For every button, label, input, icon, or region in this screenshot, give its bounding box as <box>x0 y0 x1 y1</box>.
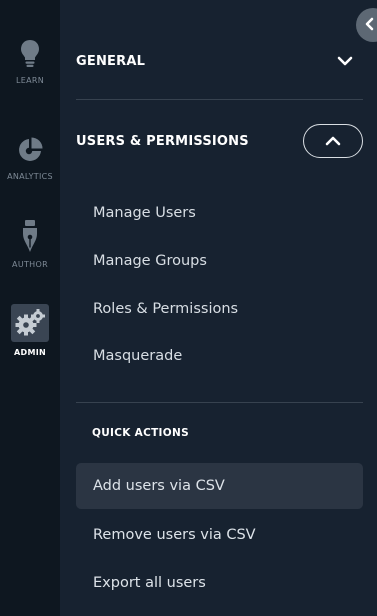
quick-actions-title: QUICK ACTIONS <box>92 427 189 439</box>
section-title-users-permissions: USERS & PERMISSIONS <box>76 133 249 149</box>
app-rail: LEARN ANALYTICS AUTHOR ADMIN <box>0 0 60 616</box>
quick-action-remove-users-csv[interactable]: Remove users via CSV <box>76 512 363 558</box>
section-users-permissions[interactable]: USERS & PERMISSIONS <box>76 123 363 159</box>
menu-item-manage-groups[interactable]: Manage Groups <box>93 253 207 269</box>
quick-action-export-all-users[interactable]: Export all users <box>76 560 363 606</box>
divider <box>76 402 363 403</box>
rail-label-learn: LEARN <box>15 76 45 85</box>
pen-nib-icon <box>16 220 44 254</box>
rail-label-analytics: ANALYTICS <box>7 172 53 181</box>
chevron-up-icon[interactable] <box>303 124 363 158</box>
section-general[interactable]: GENERAL <box>76 48 363 74</box>
quick-action-add-users-csv[interactable]: Add users via CSV <box>76 463 363 509</box>
gears-icon <box>11 304 49 342</box>
divider <box>76 99 363 100</box>
menu-item-masquerade[interactable]: Masquerade <box>93 348 182 364</box>
rail-item-learn[interactable]: LEARN <box>0 40 60 85</box>
rail-label-admin: ADMIN <box>14 348 46 357</box>
rail-item-author[interactable]: AUTHOR <box>0 220 60 269</box>
pie-chart-icon <box>16 136 44 164</box>
section-title-general: GENERAL <box>76 53 146 69</box>
chevron-left-icon <box>364 16 374 35</box>
menu-item-roles-permissions[interactable]: Roles & Permissions <box>93 301 238 317</box>
chevron-down-icon[interactable] <box>335 51 355 71</box>
menu-item-manage-users[interactable]: Manage Users <box>93 205 196 221</box>
rail-label-author: AUTHOR <box>12 260 48 269</box>
rail-item-admin[interactable]: ADMIN <box>0 304 60 357</box>
rail-item-analytics[interactable]: ANALYTICS <box>0 136 60 181</box>
admin-menu-panel: GENERAL USERS & PERMISSIONS Manage Users… <box>60 0 377 616</box>
lightbulb-icon <box>16 40 44 68</box>
